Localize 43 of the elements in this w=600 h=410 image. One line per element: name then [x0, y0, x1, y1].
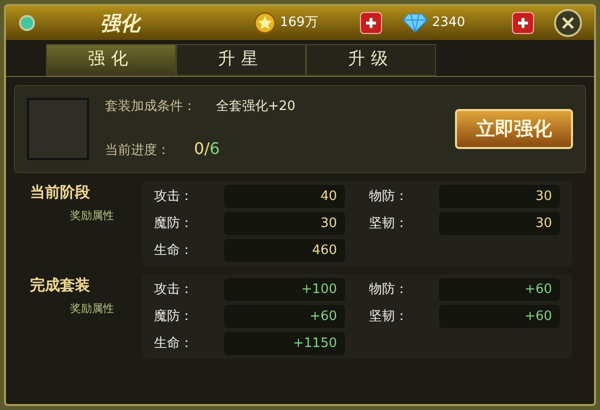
tab[interactable]: 升级	[306, 44, 436, 76]
window-title: 强化	[100, 10, 140, 37]
section-subtitle: 奖励属性	[70, 208, 114, 224]
stat-label: 物防：	[369, 188, 409, 206]
stat-label: 魔防：	[154, 308, 194, 326]
star-coin-icon	[254, 12, 276, 34]
stat-value: 460	[224, 239, 345, 262]
stat-label: 攻击：	[154, 280, 194, 299]
stat-label: 生命：	[154, 242, 194, 260]
plus-icon	[517, 17, 529, 29]
add-button[interactable]	[512, 12, 534, 34]
close-button[interactable]	[554, 9, 582, 37]
progress-label: 当前进度：	[105, 142, 170, 160]
stat-label: 物防：	[369, 280, 409, 299]
stat-value: +100	[224, 278, 345, 301]
stat-value: +60	[439, 305, 560, 328]
plus-icon	[365, 17, 377, 29]
condition-value: 全套强化+20	[216, 98, 296, 116]
currency-amount: 2340	[432, 14, 466, 32]
stat-value: 30	[224, 212, 345, 235]
stat-value: +1150	[224, 332, 345, 355]
condition-label: 套装加成条件：	[105, 98, 196, 116]
add-button[interactable]	[360, 12, 382, 34]
section-subtitle: 奖励属性	[70, 300, 114, 316]
stat-label: 魔防：	[154, 214, 194, 233]
stat-value: 30	[439, 212, 560, 235]
currency-amount: 169万	[280, 14, 319, 32]
stat-label: 生命：	[154, 334, 194, 353]
stat-label: 攻击：	[154, 188, 194, 206]
close-icon	[562, 17, 574, 29]
stat-value: 40	[224, 185, 345, 208]
tab[interactable]: 升星	[176, 44, 306, 76]
stat-label: 坚韧：	[369, 308, 409, 326]
tab[interactable]: 强化	[46, 44, 176, 76]
stat-label: 坚韧：	[369, 214, 409, 233]
stat-value: 30	[439, 185, 560, 208]
progress-value: 0/6	[194, 138, 220, 160]
stat-value: +60	[439, 278, 560, 301]
section-title: 当前阶段	[30, 182, 90, 203]
stat-value: +60	[224, 305, 345, 328]
gem-ornament-icon	[18, 14, 36, 32]
diamond-icon	[402, 13, 428, 33]
section-title: 完成套装	[30, 275, 90, 296]
